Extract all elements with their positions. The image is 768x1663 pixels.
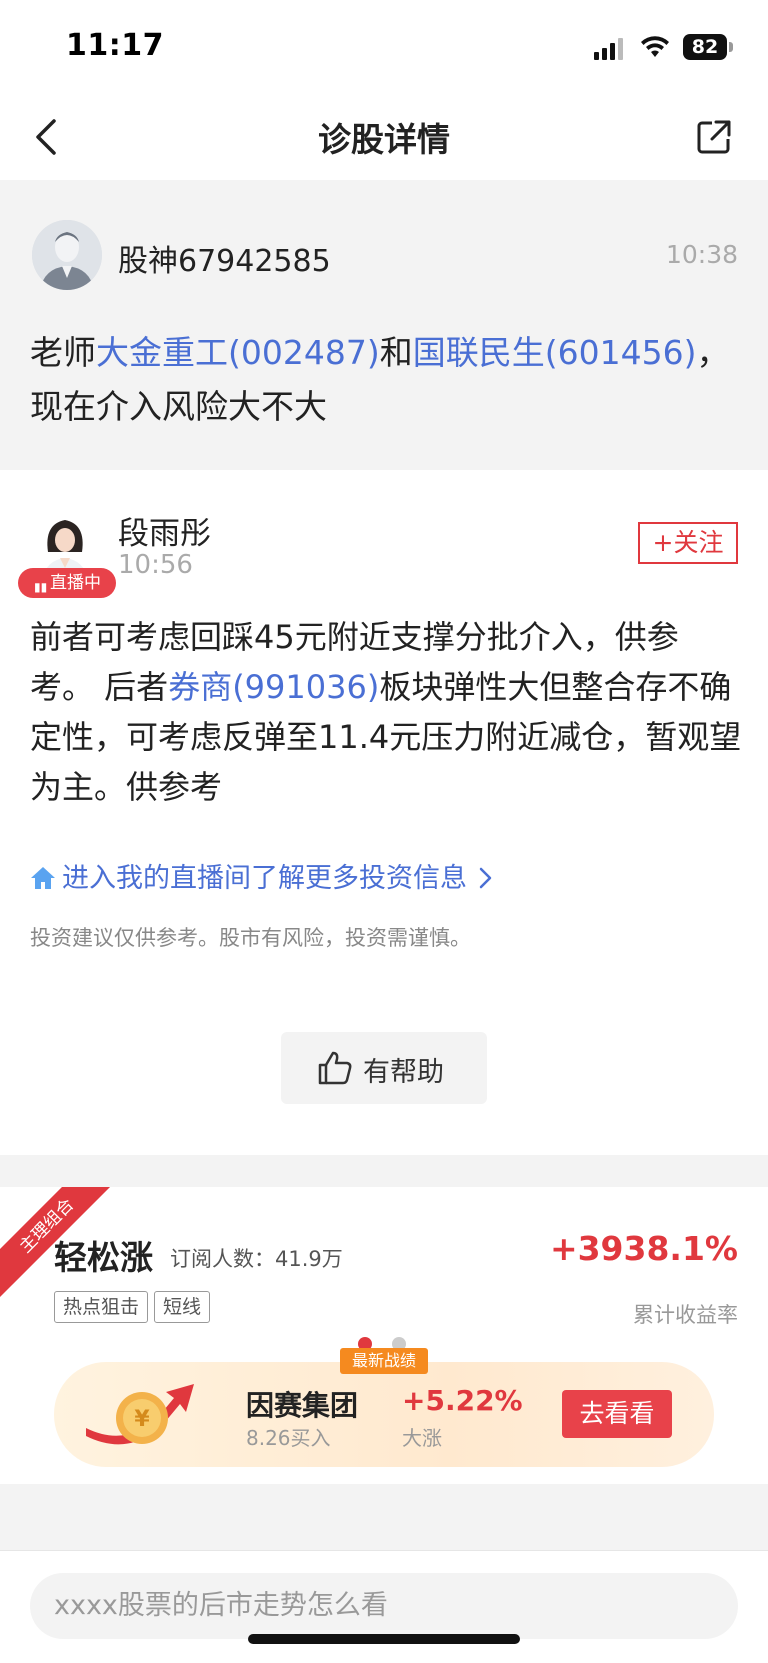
page-title: 诊股详情 [318, 120, 450, 159]
section-divider [0, 1484, 768, 1550]
chevron-right-icon [479, 867, 492, 889]
helpful-label: 有帮助 [363, 1057, 444, 1088]
svg-text:¥: ¥ [134, 1407, 150, 1432]
question-text-part: 老师 [30, 333, 96, 372]
promo-stock-name: 因赛集团 [246, 1389, 359, 1422]
advisor-name[interactable]: 段雨彤 [118, 508, 211, 553]
question-text-part: 和 [379, 333, 413, 372]
question-time: 10:38 [665, 240, 738, 269]
answer-card: ▮▮ 直播中 段雨彤 10:56 +关注 前者可考虑回踩45元附近支撑分批介入，供… [0, 470, 768, 1155]
bottom-bar: xxxx股票的后市走势怎么看 [0, 1550, 768, 1663]
live-indicator-icon: ▮▮ [34, 580, 48, 594]
share-icon[interactable] [694, 117, 734, 157]
promo-buy-info: 8.26买入 [246, 1426, 331, 1450]
disclaimer-text: 投资建议仅供参考。股市有风险，投资需谨慎。 [30, 926, 471, 950]
status-bar: 11:17 82 [0, 0, 768, 95]
follow-button[interactable]: +关注 [638, 522, 738, 564]
question-card: 股神67942585 10:38 老师大金重工(002487)和国联民生(601… [0, 180, 768, 470]
latest-result-badge: 最新战绩 [340, 1348, 428, 1374]
latest-result-banner[interactable]: 最新战绩 ¥ 因赛集团 8.26买入 +5.22% 大涨 去看看 [54, 1348, 714, 1467]
live-room-link[interactable]: 进入我的直播间了解更多投资信息 [30, 856, 493, 895]
portfolio-name[interactable]: 轻松涨 [54, 1231, 153, 1279]
answer-time: 10:56 [118, 550, 193, 580]
view-button[interactable]: 去看看 [562, 1390, 672, 1438]
tag: 热点狙击 [54, 1291, 149, 1323]
portfolio-card[interactable]: 主理组合 轻松涨 订阅人数：41.9万 +3938.1% 累计收益率 热点狙击短… [0, 1187, 768, 1484]
wifi-icon [641, 36, 669, 57]
section-divider [0, 1155, 768, 1187]
home-indicator[interactable] [248, 1634, 520, 1644]
home-icon [31, 867, 55, 889]
subscriber-count: 订阅人数：41.9万 [170, 1247, 343, 1271]
stock-link[interactable]: 大金重工(002487) [96, 333, 380, 372]
live-room-link-label: 进入我的直播间了解更多投资信息 [62, 863, 467, 894]
answer-text: 前者可考虑回踩45元附近支撑分批介入，供参考。 后者券商(991036)板块弹性… [30, 612, 742, 812]
question-text: 老师大金重工(002487)和国联民生(601456)，现在介入风险大不大 [30, 326, 735, 434]
cumulative-return-label: 累计收益率 [633, 1303, 738, 1327]
rising-coin-icon: ¥ [86, 1384, 194, 1445]
battery-tip [729, 42, 733, 52]
status-time: 11:17 [66, 28, 164, 63]
nav-bar: 诊股详情 [0, 95, 768, 180]
portfolio-tags: 热点狙击 短线 [54, 1291, 216, 1323]
signal-icon [594, 38, 623, 60]
live-badge-label: 直播中 [50, 573, 101, 593]
promo-change-label: 大涨 [402, 1426, 442, 1450]
avatar[interactable] [32, 220, 102, 290]
sector-link[interactable]: 券商(991036) [168, 668, 379, 706]
tag: 短线 [154, 1291, 211, 1323]
question-input[interactable]: xxxx股票的后市走势怎么看 [30, 1573, 738, 1639]
battery-icon: 82 [683, 34, 727, 60]
cumulative-return: +3938.1% [549, 1229, 738, 1268]
helpful-button[interactable]: 有帮助 [281, 1032, 487, 1104]
question-username[interactable]: 股神67942585 [118, 236, 331, 280]
live-badge[interactable]: ▮▮ 直播中 [18, 568, 116, 598]
stock-link[interactable]: 国联民生(601456) [413, 333, 697, 372]
thumbs-up-icon [318, 1051, 352, 1085]
promo-change: +5.22% [402, 1384, 523, 1417]
